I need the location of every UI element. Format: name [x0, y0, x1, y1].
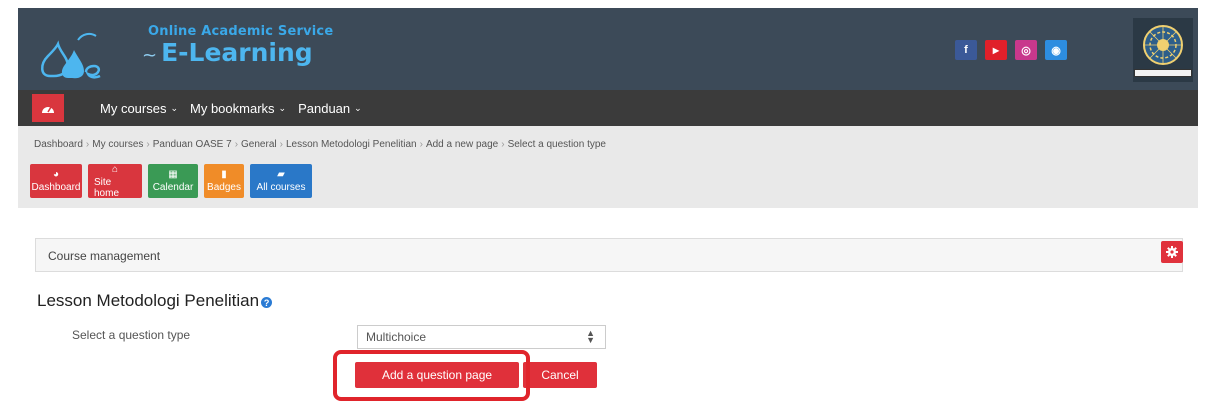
breadcrumb-separator: › [501, 139, 505, 150]
youtube-glyph: ▶ [992, 45, 1000, 55]
nav-dashboard-button[interactable] [32, 94, 64, 122]
breadcrumb-item[interactable]: Dashboard [34, 139, 83, 150]
chevron-down-icon: ⌄ [354, 102, 362, 113]
quick-dashboard-button[interactable]: ◕ Dashboard [30, 164, 82, 198]
seal-emblem-icon [1143, 25, 1183, 65]
social-links: f ▶ ◎ ◉ [955, 40, 1067, 60]
page-title: Lesson Metodologi Penelitian ? [37, 291, 273, 311]
logo-title: ~ E-Learning [142, 38, 313, 67]
globe-glyph: ◉ [1051, 44, 1061, 57]
help-icon[interactable]: ? [261, 297, 273, 308]
logo-subtitle: Online Academic Service [148, 24, 334, 39]
quick-badges-label: Badges [207, 182, 241, 193]
archive-icon: ▰ [277, 169, 285, 180]
course-management-bar[interactable]: Course management [35, 238, 1183, 272]
gear-icon [1166, 246, 1178, 258]
site-logo[interactable]: Online Academic Service ~ E-Learning [38, 18, 368, 82]
logo-title-text: E-Learning [161, 38, 313, 67]
question-type-select[interactable]: Multichoice ▲ ▼ [357, 325, 606, 349]
home-icon: ⌂ [111, 163, 119, 175]
chevron-down-icon: ⌄ [170, 102, 179, 113]
quick-calendar-button[interactable]: ▦ Calendar [148, 164, 198, 198]
logo-drops-icon [41, 32, 101, 79]
breadcrumb-separator: › [419, 139, 423, 150]
cancel-button[interactable]: Cancel [523, 362, 597, 388]
breadcrumb-item[interactable]: My courses [92, 139, 143, 150]
calendar-icon: ▦ [168, 169, 178, 180]
quick-badges-button[interactable]: ▮ Badges [204, 164, 244, 198]
breadcrumb-separator: › [234, 139, 239, 150]
breadcrumb-separator: › [279, 139, 283, 150]
quick-all-courses-label: All courses [256, 182, 306, 193]
quick-site-home-button[interactable]: ⌂ Site home [88, 163, 142, 199]
facebook-icon[interactable]: f [955, 40, 977, 60]
instagram-glyph: ◎ [1021, 44, 1031, 57]
dashboard-gauge-icon [42, 106, 54, 113]
quick-dashboard-label: Dashboard [31, 182, 81, 193]
quick-site-home-label: Site home [94, 176, 120, 199]
question-type-label: Select a question type [72, 328, 191, 342]
bookmark-icon: ▮ [221, 169, 227, 180]
breadcrumb-current: Select a question type [507, 139, 606, 150]
globe-icon[interactable]: ◉ [1045, 40, 1067, 60]
seal-text-band [1134, 69, 1192, 77]
breadcrumb-item[interactable]: Panduan OASE 7 [153, 139, 232, 150]
nav-my-courses-label: My courses [100, 100, 167, 116]
page-title-text: Lesson Metodologi Penelitian [37, 291, 260, 310]
youtube-icon[interactable]: ▶ [985, 40, 1007, 60]
breadcrumb-separator: › [85, 139, 90, 150]
facebook-glyph: f [964, 44, 968, 56]
nav-my-courses[interactable]: My courses ⌄ [100, 101, 178, 116]
breadcrumb: Dashboard › My courses › Panduan OASE 7 › Gene… [34, 139, 606, 150]
breadcrumb-band: Dashboard › My courses › Panduan OASE 7 › Gene… [18, 126, 1198, 208]
dashboard-icon: ◕ [52, 169, 60, 180]
course-management-label: Course management [48, 249, 161, 263]
university-seal[interactable] [1133, 18, 1193, 82]
quick-calendar-label: Calendar [152, 182, 194, 193]
main-navbar: My courses ⌄ My bookmarks ⌄ Panduan ⌄ [18, 90, 1198, 126]
quick-all-courses-button[interactable]: ▰ All courses [250, 164, 312, 198]
logo-tilde: ~ [142, 45, 158, 66]
nav-my-bookmarks[interactable]: My bookmarks ⌄ [190, 101, 286, 116]
highlight-annotation [333, 350, 530, 401]
question-type-value: Multichoice [366, 330, 427, 344]
chevron-down-icon: ⌄ [278, 102, 287, 113]
nav-my-bookmarks-label: My bookmarks [190, 100, 275, 116]
site-header: Online Academic Service ~ E-Learning f ▶ … [18, 8, 1198, 90]
select-arrows-icon: ▲ ▼ [586, 328, 595, 345]
instagram-icon[interactable]: ◎ [1015, 40, 1037, 60]
breadcrumb-item[interactable]: General [241, 139, 277, 150]
nav-panduan-label: Panduan [298, 100, 351, 116]
quick-links: ◕ Dashboard ⌂ Site home ▦ Calendar ▮ Bad… [30, 163, 312, 199]
nav-panduan[interactable]: Panduan ⌄ [298, 101, 362, 116]
breadcrumb-item[interactable]: Lesson Metodologi Penelitian [286, 139, 417, 150]
breadcrumb-separator: › [146, 139, 150, 150]
breadcrumb-item[interactable]: Add a new page [426, 139, 498, 150]
settings-gear-button[interactable] [1161, 241, 1183, 263]
